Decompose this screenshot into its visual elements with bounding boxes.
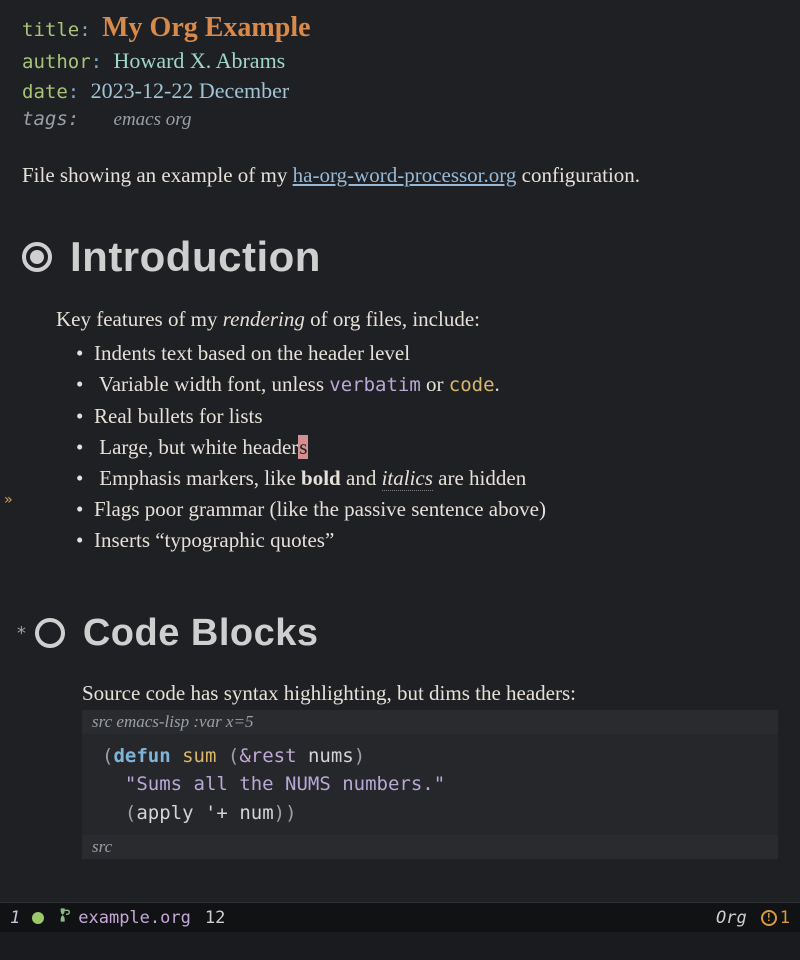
heading-text: Code Blocks [83,612,319,655]
lead-paragraph: Key features of my rendering of org file… [56,307,778,332]
modified-indicator-icon [32,912,44,924]
heading-bullet-icon [35,618,65,648]
mode-line[interactable]: 1 example.org 12 Org ! 1 [0,902,800,932]
meta-date-value: 2023-12-22 December [91,78,290,103]
meta-key: tags: [22,108,79,130]
list-item: Indents text based on the header level [94,338,778,369]
buffer-name[interactable]: example.org [78,908,191,928]
heading-code-blocks[interactable]: * Code Blocks [16,612,778,655]
text-cursor: s [298,435,308,459]
source-block[interactable]: src emacs-lisp :var x=5 (defun sum (&res… [82,710,778,860]
heading-introduction[interactable]: Introduction [22,233,778,281]
echo-area [0,932,800,960]
heading-text: Introduction [70,233,321,281]
org-keyword-author: author: Howard X. Abrams [22,48,778,74]
meta-key: title [22,19,79,41]
window-number: 1 [10,908,20,928]
meta-key: author [22,51,91,73]
org-keyword-date: date: 2023-12-22 December [22,78,778,104]
list-item: Large, but white headers [94,432,778,463]
meta-key: date [22,81,68,103]
code-text: code [449,374,495,396]
config-link[interactable]: ha-org-word-processor.org [293,163,517,187]
heading-star-icon: * [16,623,27,644]
meta-author-value: Howard X. Abrams [114,48,286,73]
flycheck-warning[interactable]: ! 1 [761,908,790,928]
major-mode[interactable]: Org [716,908,747,928]
line-number: 12 [205,908,225,928]
fringe-indicator-icon: » [4,492,12,508]
editor-buffer[interactable]: » title: My Org Example author: Howard X… [0,0,800,905]
list-item: Inserts “typographic quotes” [94,525,778,556]
source-block-header: src emacs-lisp :var x=5 [82,710,778,734]
feature-list: Indents text based on the header level V… [94,338,778,556]
list-item: Flags poor grammar (like the passive sen… [94,494,778,525]
meta-tags-value: emacs org [114,109,192,130]
org-keyword-tags: tags: emacs org [22,108,778,131]
list-item: Variable width font, unless verbatim or … [94,369,778,400]
code-intro-paragraph: Source code has syntax highlighting, but… [82,681,778,706]
warning-icon: ! [761,910,777,926]
warning-count: 1 [780,908,790,928]
list-item: Emphasis markers, like bold and italics … [94,463,778,494]
list-item: Real bullets for lists [94,401,778,432]
intro-paragraph: File showing an example of my ha-org-wor… [22,161,778,189]
meta-title-value: My Org Example [102,12,310,43]
source-block-body[interactable]: (defun sum (&rest nums) "Sums all the NU… [82,734,778,836]
org-keyword-title: title: My Org Example [22,12,778,44]
heading-bullet-icon [22,242,52,272]
verbatim-text: verbatim [329,374,421,396]
source-block-footer: src [82,835,778,859]
buffer-icon [56,907,72,928]
